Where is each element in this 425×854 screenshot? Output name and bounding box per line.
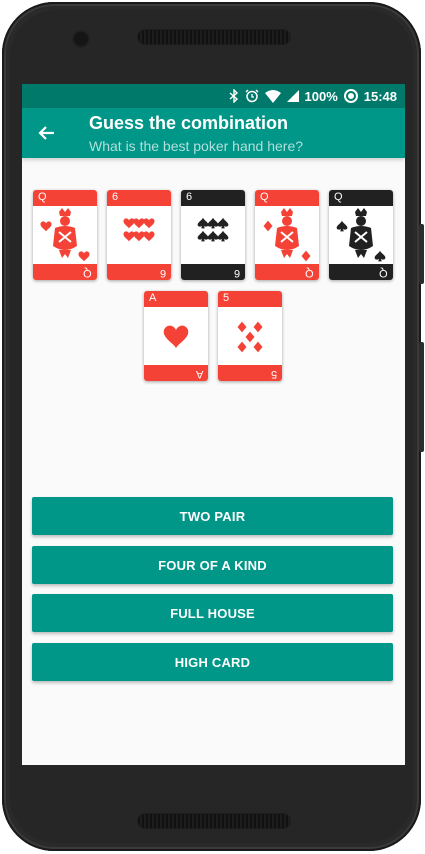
card-rank-label-inverted: Q (305, 267, 314, 279)
signal-icon (286, 90, 299, 102)
card-pips-icon (123, 218, 155, 242)
wifi-icon (264, 89, 281, 103)
card-rank-label: Q (260, 191, 269, 203)
top-speaker (138, 30, 290, 44)
card-pips-icon (237, 321, 263, 353)
playing-card: 5 5 (218, 291, 282, 381)
card-face (181, 206, 245, 264)
battery-percent: 100% (304, 88, 338, 104)
alarm-icon (245, 89, 259, 103)
queen-figure-icon (263, 208, 311, 262)
answer-button-full-house[interactable]: FULL HOUSE (32, 594, 393, 632)
bottom-speaker (138, 814, 290, 828)
card-rank-label: A (149, 292, 157, 304)
page-subtitle: What is the best poker hand here? (89, 138, 304, 154)
card-rank-label-inverted: 6 (233, 267, 240, 279)
playing-card: 6 6 (181, 190, 245, 280)
volume-button (419, 224, 424, 284)
playing-card: 6 6 (107, 190, 171, 280)
bluetooth-icon (229, 89, 239, 103)
card-face (329, 206, 393, 264)
card-rank-label-inverted: 6 (159, 267, 166, 279)
front-camera (74, 32, 88, 46)
card-face (255, 206, 319, 264)
card-rank-label: Q (334, 191, 343, 203)
answer-button-high-card[interactable]: HIGH CARD (32, 643, 393, 681)
battery-icon (343, 89, 358, 103)
app-screen: 100% 15:48 Guess the combination What is… (22, 84, 405, 765)
card-rank-label: Q (38, 191, 47, 203)
card-pips-icon (163, 325, 189, 348)
card-rank-label-inverted: A (195, 368, 203, 380)
card-rank-label-inverted: 5 (270, 368, 277, 380)
answer-button-four-of-a-kind[interactable]: FOUR OF A KIND (32, 546, 393, 584)
power-button (419, 342, 424, 452)
playing-card: Q Q (255, 190, 319, 280)
card-pips-icon (197, 217, 229, 242)
card-face (218, 307, 282, 365)
card-face (144, 307, 208, 365)
phone-frame: 100% 15:48 Guess the combination What is… (2, 2, 424, 851)
card-face (33, 206, 97, 264)
card-rank-label: 5 (223, 292, 230, 304)
playing-card: Q Q (329, 190, 393, 280)
playing-card: A A (144, 291, 208, 381)
queen-figure-icon (40, 208, 90, 262)
card-rank-label: 6 (186, 191, 193, 203)
card-rank-label-inverted: Q (379, 267, 388, 279)
card-face (107, 206, 171, 264)
clock-time: 15:48 (363, 88, 397, 104)
card-rank-label-inverted: Q (83, 267, 92, 279)
app-toolbar: Guess the combination What is the best p… (22, 108, 405, 158)
back-arrow-icon[interactable] (36, 122, 58, 144)
answer-button-two-pair[interactable]: TWO PAIR (32, 497, 393, 535)
page-title: Guess the combination (89, 113, 289, 133)
queen-figure-icon (336, 208, 386, 262)
card-rank-label: 6 (112, 191, 119, 203)
status-bar: 100% 15:48 (22, 84, 405, 108)
playing-card: Q Q (33, 190, 97, 280)
